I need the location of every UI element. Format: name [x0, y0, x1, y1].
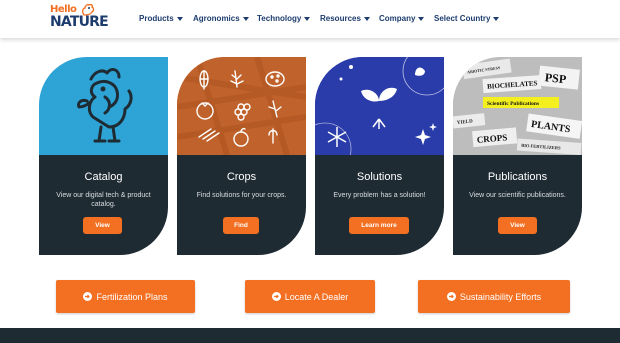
card-description: Find solutions for your crops.	[196, 192, 287, 199]
chevron-down-icon	[418, 16, 425, 21]
card-image-solutions	[315, 57, 444, 155]
cta-label: Locate A Dealer	[284, 291, 349, 302]
card-body: Catalog View our digital tech & product …	[39, 155, 168, 255]
card-title: Crops	[226, 171, 257, 183]
clipping-text: Scientific Publications	[487, 101, 539, 107]
nav-item-label: Agronomics	[193, 14, 240, 23]
card-catalog: Catalog View our digital tech & product …	[39, 57, 168, 255]
nav-item-label: Select Country	[434, 14, 491, 23]
nav-item-label: Technology	[257, 14, 302, 23]
card-title: Solutions	[356, 171, 403, 183]
nav-item-company[interactable]: Company	[379, 14, 425, 23]
card-title: Catalog	[84, 171, 123, 183]
clipping-text: PSP	[544, 70, 567, 86]
newspaper-clippings: ABIOTIC STRESS PSP BIOCHELATES Scientifi…	[453, 57, 582, 155]
card-description: Every problem has a solution!	[333, 192, 426, 199]
nav-item-label: Company	[379, 14, 416, 23]
nav-item-label: Resources	[320, 14, 361, 23]
card-publications: ABIOTIC STRESS PSP BIOCHELATES Scientifi…	[453, 57, 582, 255]
arrow-circle-right-icon	[83, 292, 93, 301]
chevron-down-icon	[363, 16, 370, 21]
card-description: View our scientific publications.	[469, 192, 566, 199]
chevron-down-icon	[304, 16, 311, 21]
card-body: Solutions Every problem has a solution! …	[315, 155, 444, 255]
card-title: Publications	[487, 171, 548, 183]
site-header: Hello NATURE ® Products Agronomics Techn…	[0, 0, 620, 38]
card-description: View our digital tech & product catalog.	[56, 192, 151, 208]
rooster-icon	[77, 68, 133, 143]
chevron-down-icon	[242, 16, 249, 21]
sprout-icon	[315, 57, 444, 155]
card-image-catalog	[39, 57, 168, 155]
arrow-circle-right-icon	[271, 292, 281, 301]
nav-item-resources[interactable]: Resources	[320, 14, 370, 23]
view-catalog-button[interactable]: View	[83, 217, 122, 234]
footer-bar	[0, 328, 620, 343]
hello-nature-logo[interactable]: Hello NATURE ®	[50, 3, 109, 34]
cta-label: Fertilization Plans	[96, 291, 168, 302]
card-body: Publications View our scientific publica…	[453, 155, 582, 255]
sustainability-efforts-button[interactable]: Sustainability Efforts	[418, 280, 570, 313]
chevron-down-icon	[493, 16, 500, 21]
fertilization-plans-button[interactable]: Fertilization Plans	[56, 280, 195, 313]
nav-item-label: Products	[139, 14, 174, 23]
nav-item-select-country[interactable]: Select Country	[434, 14, 500, 23]
logo-trademark: ®	[100, 21, 103, 26]
cta-label: Sustainability Efforts	[459, 291, 542, 302]
card-crops: Crops Find solutions for your crops. Fin…	[177, 57, 306, 255]
nav-item-agronomics[interactable]: Agronomics	[193, 14, 249, 23]
view-publications-button[interactable]: View	[498, 217, 537, 234]
nav-item-products[interactable]: Products	[139, 14, 183, 23]
page: Hello NATURE ® Products Agronomics Techn…	[0, 0, 620, 343]
card-image-crops	[177, 57, 306, 155]
find-crops-button[interactable]: Find	[223, 217, 259, 234]
learn-more-button[interactable]: Learn more	[349, 217, 409, 234]
card-solutions: Solutions Every problem has a solution! …	[315, 57, 444, 255]
arrow-circle-right-icon	[446, 292, 456, 301]
card-body: Crops Find solutions for your crops. Fin…	[177, 155, 306, 255]
crops-icons	[177, 57, 306, 155]
nav-item-technology[interactable]: Technology	[257, 14, 311, 23]
locate-dealer-button[interactable]: Locate A Dealer	[245, 280, 375, 313]
chevron-down-icon	[176, 16, 183, 21]
card-image-publications: ABIOTIC STRESS PSP BIOCHELATES Scientifi…	[453, 57, 582, 155]
